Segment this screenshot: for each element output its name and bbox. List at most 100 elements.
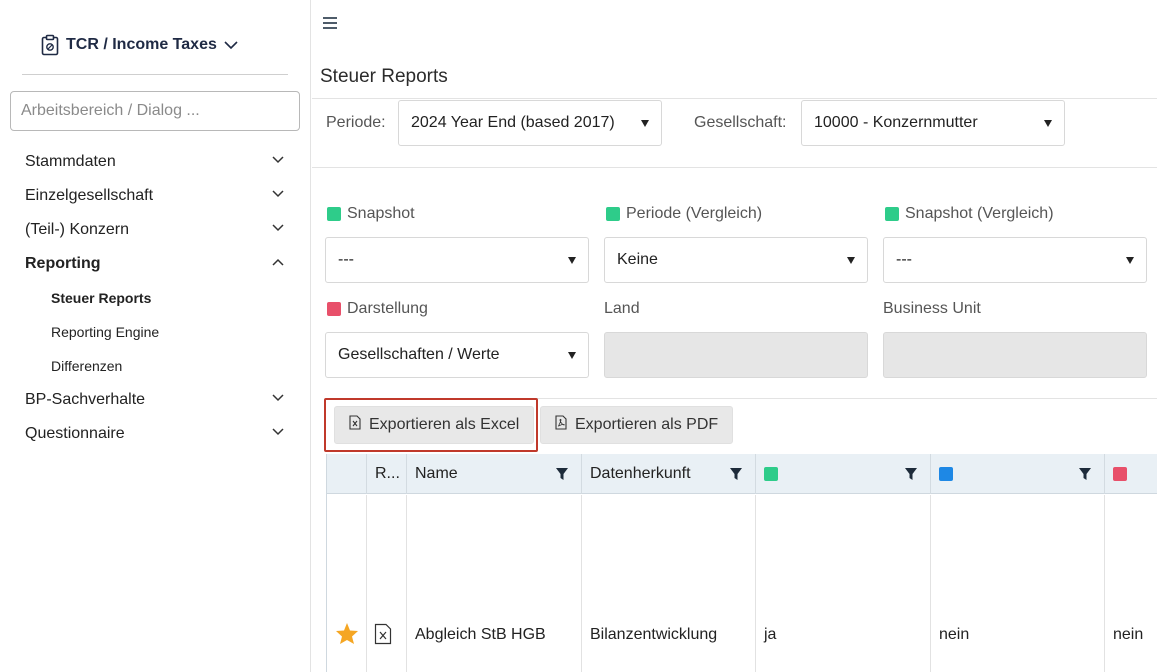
workspace-search-input[interactable]: [10, 91, 300, 131]
table-row[interactable]: Abgleich StB HGB Bilanzentwicklung ja ne…: [326, 495, 1157, 672]
clipboard-icon: [40, 34, 60, 56]
sidebar-subitem-reporting-engine[interactable]: Reporting Engine: [0, 315, 310, 349]
gesellschaft-label: Gesellschaft:: [694, 114, 787, 131]
cell-text: ja: [764, 626, 777, 643]
chevron-down-icon: [272, 156, 284, 164]
table-header: R... Name Datenherkunft: [326, 454, 1157, 494]
divider: [22, 74, 288, 75]
header-cell-datenherkunft[interactable]: Datenherkunft: [582, 454, 756, 494]
header-label: R...: [375, 465, 400, 482]
header-cell-r[interactable]: R...: [367, 454, 407, 494]
darstellung-label: Darstellung: [327, 300, 428, 318]
cell-vergleich: nein: [931, 495, 1105, 672]
blue-square-icon: [939, 467, 953, 481]
chevron-down-icon: [223, 40, 239, 50]
hamburger-menu-icon[interactable]: [322, 16, 338, 35]
caret-down-icon: [568, 257, 576, 264]
cell-text: nein: [939, 626, 970, 643]
cell-report-type: [367, 495, 407, 672]
header-cell-darstellung[interactable]: [1105, 454, 1157, 494]
periode-vergleich-value: Keine: [617, 251, 658, 268]
filter-icon[interactable]: [555, 467, 569, 481]
filter-icon[interactable]: [904, 467, 918, 481]
export-pdf-button[interactable]: Exportieren als PDF: [540, 406, 734, 444]
snapshot-select[interactable]: ---: [325, 237, 589, 283]
sidebar-item-bp-sachverhalte[interactable]: BP-Sachverhalte: [0, 383, 310, 417]
business-unit-label: Business Unit: [883, 300, 981, 317]
page-title: Steuer Reports: [320, 66, 448, 87]
periode-vergleich-select[interactable]: Keine: [604, 237, 868, 283]
snapshot-value: ---: [338, 251, 354, 268]
app-title: TCR / Income Taxes: [66, 36, 217, 53]
filter-icon[interactable]: [729, 467, 743, 481]
header-label: Datenherkunft: [590, 465, 691, 482]
main-content: Steuer Reports Periode: 2024 Year End (b…: [312, 0, 1157, 672]
cell-favorite[interactable]: [326, 495, 367, 672]
business-unit-select: [883, 332, 1147, 378]
red-square-icon: [1113, 467, 1127, 481]
darstellung-value: Gesellschaften / Werte: [338, 346, 500, 363]
divider: [312, 98, 1157, 99]
green-square-icon: [764, 467, 778, 481]
caret-down-icon: [568, 352, 576, 359]
excel-file-icon: [374, 623, 392, 645]
header-cell-vergleich[interactable]: [931, 454, 1105, 494]
sidebar-item-label: Einzelgesellschaft: [25, 187, 154, 204]
table-border: [326, 454, 327, 672]
chevron-down-icon: [272, 428, 284, 436]
sidebar-item-reporting[interactable]: Reporting: [0, 247, 310, 281]
header-cell-snapshot[interactable]: [756, 454, 931, 494]
sidebar-item-teil-konzern[interactable]: (Teil-) Konzern: [0, 213, 310, 247]
green-square-icon: [327, 207, 341, 221]
cell-snapshot: ja: [756, 495, 931, 672]
sidebar: TCR / Income Taxes Stammdaten Einzelgese…: [0, 0, 311, 672]
export-excel-label: Exportieren als Excel: [369, 416, 520, 433]
gesellschaft-select[interactable]: 10000 - Konzernmutter: [801, 100, 1065, 146]
periode-vergleich-label: Periode (Vergleich): [606, 205, 762, 223]
sidebar-nav: Stammdaten Einzelgesellschaft (Teil-) Ko…: [0, 145, 310, 451]
cell-darstellung: nein: [1105, 495, 1157, 672]
filter-icon[interactable]: [1078, 467, 1092, 481]
sidebar-subitem-steuer-reports[interactable]: Steuer Reports: [0, 281, 310, 315]
snapshot-vergleich-select[interactable]: ---: [883, 237, 1147, 283]
chevron-down-icon: [272, 394, 284, 402]
green-square-icon: [885, 207, 899, 221]
snapshot-vergleich-label-text: Snapshot (Vergleich): [905, 205, 1054, 222]
divider: [312, 167, 1157, 168]
cell-name[interactable]: Abgleich StB HGB: [407, 495, 582, 672]
snapshot-vergleich-label: Snapshot (Vergleich): [885, 205, 1054, 223]
gesellschaft-value: 10000 - Konzernmutter: [814, 114, 978, 131]
sidebar-item-label: (Teil-) Konzern: [25, 221, 130, 238]
header-cell-favorite: [326, 454, 367, 494]
land-select: [604, 332, 868, 378]
sidebar-item-questionnaire[interactable]: Questionnaire: [0, 417, 310, 451]
periode-label: Periode:: [326, 114, 386, 131]
caret-down-icon: [1126, 257, 1134, 264]
header-label: Name: [415, 465, 458, 482]
header-cell-name[interactable]: Name: [407, 454, 582, 494]
chevron-down-icon: [272, 224, 284, 232]
snapshot-vergleich-value: ---: [896, 251, 912, 268]
cell-text: Abgleich StB HGB: [415, 626, 546, 643]
sidebar-item-label: BP-Sachverhalte: [25, 391, 146, 408]
reports-table: R... Name Datenherkunft Abgleich StB HGB…: [326, 454, 1157, 672]
caret-down-icon: [1044, 120, 1052, 127]
export-excel-button[interactable]: Exportieren als Excel: [334, 406, 535, 444]
snapshot-label: Snapshot: [327, 205, 415, 223]
darstellung-select[interactable]: Gesellschaften / Werte: [325, 332, 589, 378]
caret-down-icon: [847, 257, 855, 264]
cell-text: nein: [1113, 626, 1144, 643]
snapshot-label-text: Snapshot: [347, 205, 415, 222]
pdf-file-icon: [555, 415, 567, 435]
periode-vergleich-label-text: Periode (Vergleich): [626, 205, 763, 222]
app-switcher[interactable]: TCR / Income Taxes: [40, 34, 239, 56]
star-icon[interactable]: [335, 622, 359, 645]
excel-file-icon: [349, 415, 361, 435]
periode-select[interactable]: 2024 Year End (based 2017): [398, 100, 662, 146]
sidebar-subitem-differenzen[interactable]: Differenzen: [0, 349, 310, 383]
land-label: Land: [604, 300, 640, 317]
caret-down-icon: [641, 120, 649, 127]
cell-text: Bilanzentwicklung: [590, 626, 718, 643]
sidebar-item-einzelgesellschaft[interactable]: Einzelgesellschaft: [0, 179, 310, 213]
sidebar-item-stammdaten[interactable]: Stammdaten: [0, 145, 310, 179]
